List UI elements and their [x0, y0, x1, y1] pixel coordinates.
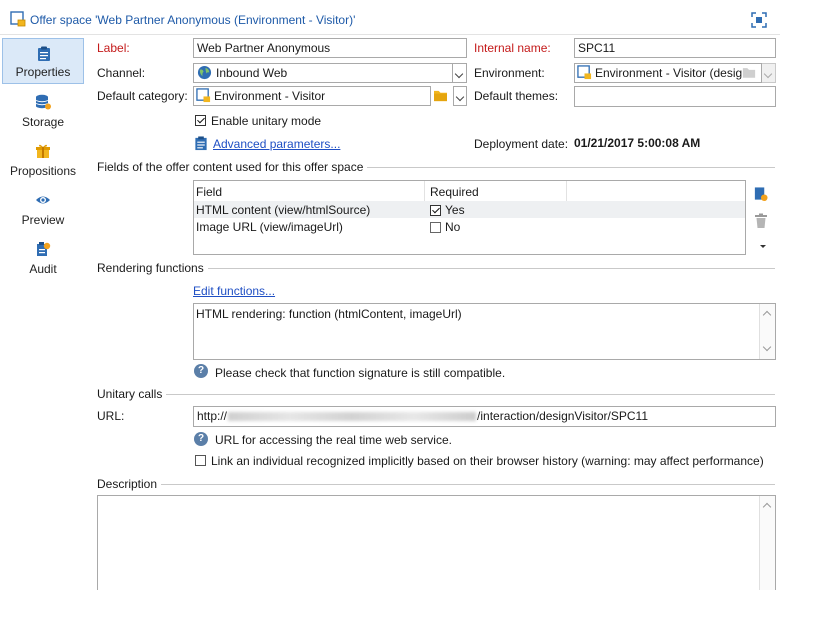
required-checkbox[interactable]: [430, 205, 441, 216]
sidebar-item-propositions[interactable]: Propositions: [2, 136, 84, 182]
sidebar-item-label: Propositions: [9, 164, 77, 178]
default-category-dropdown-button[interactable]: [453, 86, 467, 106]
url-input[interactable]: http:// /interaction/designVisitor/SPC11: [193, 406, 776, 427]
sidebar: Properties Storage Propositions Preview …: [0, 36, 88, 590]
sidebar-item-audit[interactable]: Audit: [2, 234, 84, 280]
offer-space-icon: [10, 11, 26, 27]
description-textarea[interactable]: [97, 495, 776, 590]
url-hint: URL for accessing the real time web serv…: [215, 433, 452, 447]
help-icon: ?: [194, 364, 208, 378]
required-cell: No: [445, 220, 461, 234]
section-divider: [97, 484, 775, 485]
internal-name-input[interactable]: SPC11: [574, 38, 776, 58]
column-header-field: Field: [196, 185, 223, 199]
fields-section-title: Fields of the offer content used for thi…: [97, 160, 368, 174]
enable-unitary-label: Enable unitary mode: [211, 114, 322, 128]
default-themes-input[interactable]: [574, 86, 776, 107]
advanced-parameters-link[interactable]: Advanced parameters...: [213, 137, 340, 151]
description-section-title: Description: [97, 477, 162, 491]
url-label: URL:: [97, 409, 125, 423]
link-individual-label: Link an individual recognized implicitly…: [211, 454, 764, 468]
field-cell: Image URL (view/imageUrl): [196, 220, 343, 234]
folder-icon[interactable]: [433, 89, 448, 102]
required-checkbox[interactable]: [430, 222, 441, 233]
field-cell: HTML content (view/htmlSource): [196, 203, 371, 217]
deployment-date-value: 01/21/2017 5:00:08 AM: [574, 136, 701, 150]
rendering-code-text: HTML rendering: function (htmlContent, i…: [196, 307, 462, 321]
url-suffix: /interaction/designVisitor/SPC11: [477, 409, 649, 423]
section-divider: [97, 394, 775, 395]
more-options-icon[interactable]: [759, 244, 767, 250]
table-row[interactable]: Image URL (view/imageUrl) No: [194, 218, 745, 235]
table-row[interactable]: HTML content (view/htmlSource) Yes: [194, 201, 745, 218]
offer-space-window: Offer space 'Web Partner Anonymous (Envi…: [0, 0, 780, 590]
channel-label: Channel:: [97, 66, 146, 80]
label-field-label: Label:: [97, 41, 130, 55]
channel-select[interactable]: Inbound Web: [193, 63, 453, 83]
environment-icon: [577, 65, 592, 80]
sidebar-item-label: Storage: [21, 115, 65, 129]
database-icon: [35, 94, 51, 110]
audit-icon: [37, 242, 51, 256]
trash-icon[interactable]: [754, 213, 768, 229]
edit-functions-link[interactable]: Edit functions...: [193, 284, 275, 298]
sidebar-item-properties[interactable]: Properties: [2, 38, 84, 84]
sidebar-item-preview[interactable]: Preview: [2, 185, 84, 231]
description-scrollbar[interactable]: [759, 496, 775, 590]
enable-unitary-checkbox[interactable]: [195, 115, 206, 126]
rendering-code-box[interactable]: HTML rendering: function (htmlContent, i…: [193, 303, 776, 360]
rendering-section-title: Rendering functions: [97, 261, 208, 275]
globe-icon: [197, 65, 212, 80]
environment-select[interactable]: Environment - Visitor (desig: [574, 63, 762, 83]
rendering-hint: Please check that function signature is …: [215, 366, 506, 380]
category-icon: [196, 88, 211, 103]
sidebar-item-label: Properties: [15, 65, 71, 79]
url-prefix: http://: [197, 409, 228, 423]
folder-icon: [742, 68, 756, 78]
maximize-icon[interactable]: [751, 12, 767, 28]
title-bar: Offer space 'Web Partner Anonymous (Envi…: [0, 0, 780, 35]
environment-dropdown-button[interactable]: [762, 63, 776, 83]
default-category-label: Default category:: [97, 89, 188, 103]
sidebar-item-label: Preview: [21, 213, 65, 227]
column-header-required: Required: [430, 185, 479, 199]
unitary-section-title: Unitary calls: [97, 387, 167, 401]
eye-icon: [36, 196, 50, 204]
clipboard-icon: [38, 46, 50, 61]
sidebar-item-storage[interactable]: Storage: [2, 87, 84, 133]
internal-name-label: Internal name:: [474, 41, 551, 55]
fields-grid: Field Required HTML content (view/htmlSo…: [193, 180, 746, 255]
parameters-icon: [195, 136, 207, 151]
deployment-date-label: Deployment date:: [474, 137, 569, 151]
required-cell: Yes: [445, 203, 465, 217]
window-title: Offer space 'Web Partner Anonymous (Envi…: [30, 13, 356, 27]
label-input[interactable]: Web Partner Anonymous: [193, 38, 467, 58]
link-individual-checkbox[interactable]: [195, 455, 206, 466]
default-themes-label: Default themes:: [474, 89, 559, 103]
channel-dropdown-button[interactable]: [453, 63, 467, 83]
redacted-host: [228, 412, 477, 422]
add-field-icon[interactable]: [753, 186, 768, 202]
default-category-input[interactable]: Environment - Visitor: [193, 86, 431, 106]
sidebar-item-label: Audit: [29, 262, 57, 276]
environment-label: Environment:: [474, 66, 545, 80]
rendering-scrollbar[interactable]: [759, 304, 775, 359]
gift-icon: [36, 144, 50, 158]
help-icon: ?: [194, 432, 208, 446]
